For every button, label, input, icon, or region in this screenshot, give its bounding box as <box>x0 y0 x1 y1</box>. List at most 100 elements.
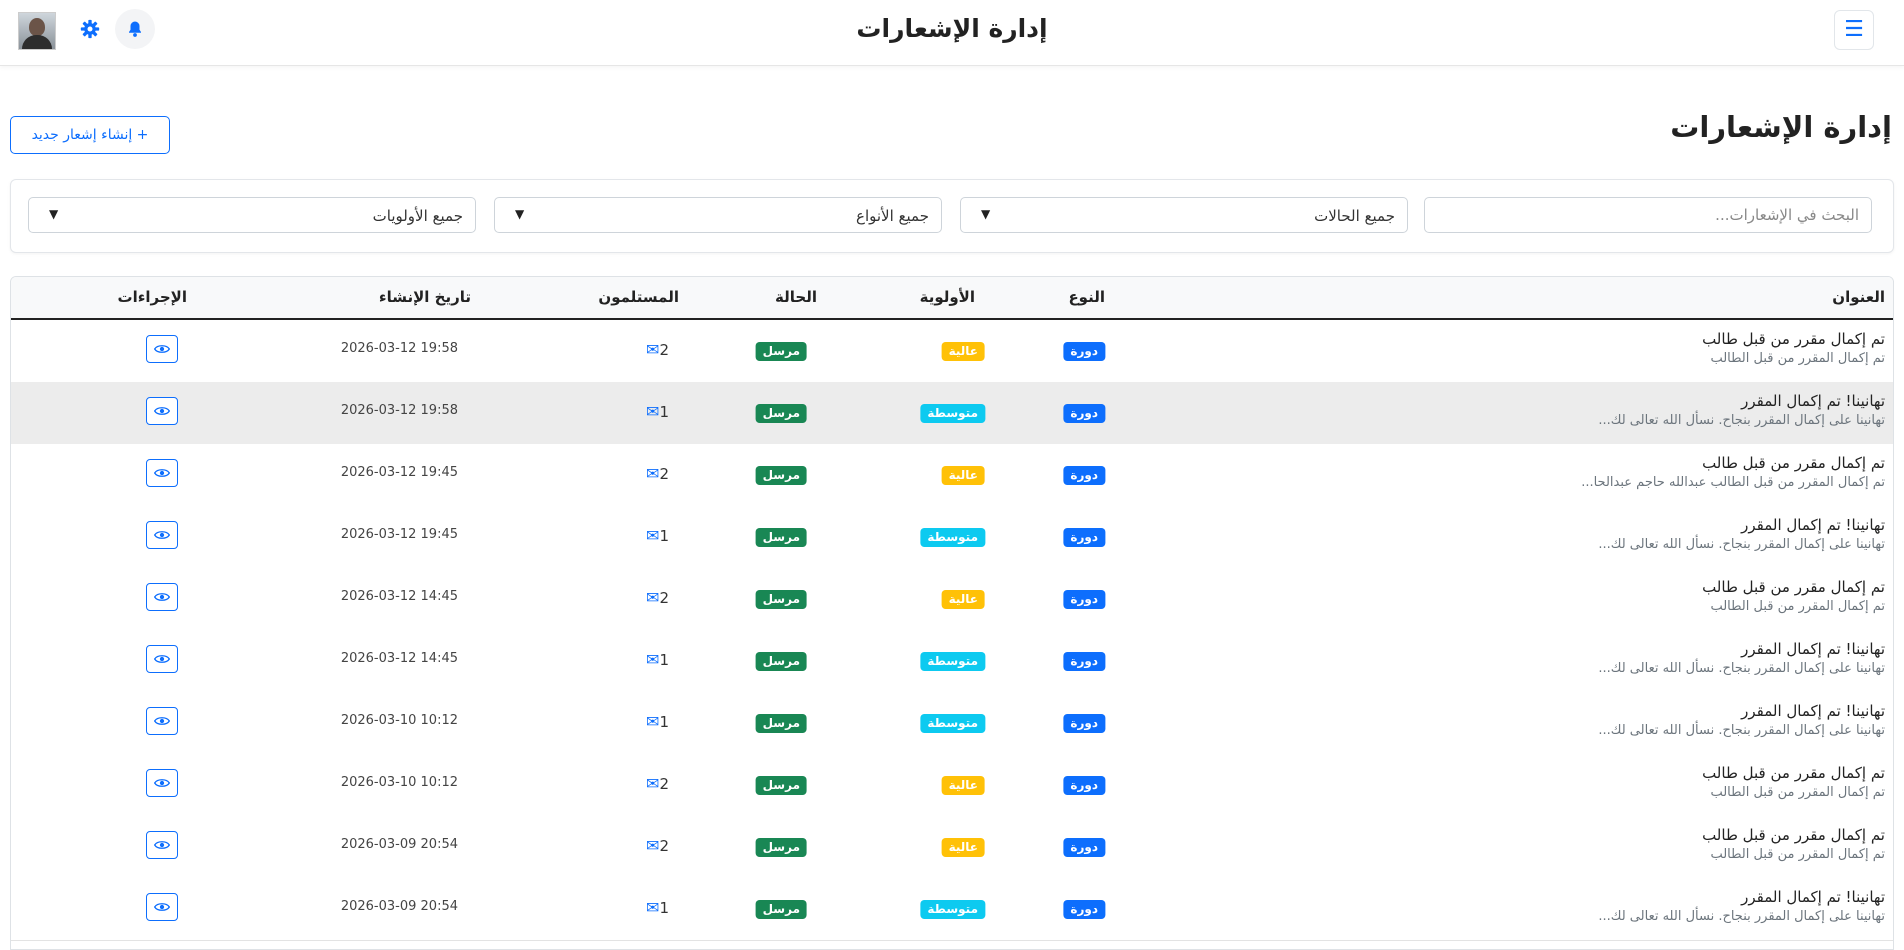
notification-title-cell: تم إكمال مقرر من قبل طالب تم إكمال المقرر… <box>1581 454 1885 490</box>
table-row[interactable]: تم إكمال مقرر من قبل طالب تم إكمال المقرر… <box>11 568 1893 631</box>
view-button[interactable] <box>146 459 178 487</box>
header-actions: الإجراءات <box>117 288 187 306</box>
created-date: 2026-03-09 20:54 <box>340 837 458 852</box>
envelope-icon: ✉ <box>646 774 660 793</box>
priority-badge: عالية <box>941 466 985 485</box>
priority-badge: متوسطة <box>920 652 985 671</box>
type-badge: دورة <box>1063 404 1105 423</box>
status-badge: مرسل <box>755 714 807 733</box>
navbar-title: إدارة الإشعارات <box>856 14 1048 43</box>
notification-title: تم إكمال مقرر من قبل طالب <box>1702 826 1885 844</box>
type-select[interactable]: جميع الأنواع ▼ <box>494 197 942 233</box>
recipients-count: 1 <box>659 527 669 545</box>
table-row[interactable]: تهانينا! تم إكمال المقرر تهانينا على إكما… <box>11 878 1893 941</box>
type-badge: دورة <box>1063 900 1105 919</box>
created-date: 2026-03-12 14:45 <box>340 589 458 604</box>
created-date: 2026-03-12 19:58 <box>340 403 458 418</box>
settings-button[interactable] <box>70 9 110 49</box>
envelope-icon: ✉ <box>646 898 660 917</box>
priority-badge: متوسطة <box>920 404 985 423</box>
notification-title-cell: تهانينا! تم إكمال المقرر تهانينا على إكما… <box>1598 888 1885 924</box>
view-button[interactable] <box>146 583 178 611</box>
view-button[interactable] <box>146 397 178 425</box>
notification-title-cell: تهانينا! تم إكمال المقرر تهانينا على إكما… <box>1598 702 1885 738</box>
status-badge: مرسل <box>755 466 807 485</box>
eye-icon <box>154 841 170 849</box>
status-badge: مرسل <box>755 342 807 361</box>
notification-title-cell: تهانينا! تم إكمال المقرر تهانينا على إكما… <box>1598 516 1885 552</box>
header-title: العنوان <box>1832 288 1885 306</box>
type-badge: دورة <box>1063 528 1105 547</box>
eye-icon <box>154 779 170 787</box>
table-row[interactable]: تم إكمال مقرر من قبل طالب تم إكمال المقرر… <box>11 754 1893 817</box>
eye-icon <box>154 469 170 477</box>
priority-select[interactable]: جميع الأولويات ▼ <box>28 197 476 233</box>
caret-down-icon: ▼ <box>981 207 991 221</box>
table-row[interactable]: تهانينا! تم إكمال المقرر تهانينا على إكما… <box>11 506 1893 569</box>
notification-title-cell: تم إكمال مقرر من قبل طالب تم إكمال المقرر… <box>1702 578 1885 614</box>
status-badge: مرسل <box>755 900 807 919</box>
status-badge: مرسل <box>755 652 807 671</box>
recipients-cell: ✉1 <box>645 650 669 669</box>
eye-icon <box>154 655 170 663</box>
notification-description: تم إكمال المقرر من قبل الطالب <box>1710 847 1885 862</box>
create-notification-button[interactable]: + إنشاء إشعار جديد <box>10 116 170 154</box>
table-row[interactable]: تم إكمال مقرر من قبل طالب تم إكمال المقرر… <box>11 444 1893 507</box>
notification-title-cell: تم إكمال مقرر من قبل طالب تم إكمال المقرر… <box>1702 330 1885 366</box>
envelope-icon: ✉ <box>646 402 660 421</box>
user-avatar[interactable] <box>18 12 56 50</box>
eye-icon <box>154 717 170 725</box>
priority-badge: عالية <box>941 838 985 857</box>
recipients-count: 1 <box>659 713 669 731</box>
notification-title: تهانينا! تم إكمال المقرر <box>1741 516 1885 534</box>
type-badge: دورة <box>1063 590 1105 609</box>
type-badge: دورة <box>1063 776 1105 795</box>
view-button[interactable] <box>146 707 178 735</box>
view-button[interactable] <box>146 893 178 921</box>
envelope-icon: ✉ <box>646 340 660 359</box>
bell-icon <box>129 21 141 37</box>
recipients-count: 2 <box>659 775 669 793</box>
type-select-value: جميع الأنواع <box>856 207 929 225</box>
type-badge: دورة <box>1063 652 1105 671</box>
status-select[interactable]: جميع الحالات ▼ <box>960 197 1408 233</box>
created-date: 2026-03-12 19:45 <box>340 465 458 480</box>
view-button[interactable] <box>146 335 178 363</box>
search-input[interactable] <box>1424 197 1872 233</box>
view-button[interactable] <box>146 645 178 673</box>
notification-description: تم إكمال المقرر من قبل الطالب <box>1710 351 1885 366</box>
notification-title: تهانينا! تم إكمال المقرر <box>1741 888 1885 906</box>
notification-title-cell: تم إكمال مقرر من قبل طالب تم إكمال المقرر… <box>1702 826 1885 862</box>
table-header: العنوان النوع الأولوية الحالة المستلمون … <box>11 277 1893 320</box>
top-navbar: ☰ إدارة الإشعارات <box>0 0 1904 66</box>
table-row[interactable]: تهانينا! تم إكمال المقرر تهانينا على إكما… <box>11 630 1893 693</box>
notification-description: تم إكمال المقرر من قبل الطالب عبدالله حا… <box>1581 475 1885 490</box>
recipients-cell: ✉2 <box>645 836 669 855</box>
recipients-count: 2 <box>659 465 669 483</box>
created-date: 2026-03-12 19:58 <box>340 341 458 356</box>
notification-description: تهانينا على إكمال المقرر بنجاح. نسأل الل… <box>1598 723 1885 738</box>
envelope-icon: ✉ <box>646 712 660 731</box>
created-date: 2026-03-10 10:12 <box>340 713 458 728</box>
priority-badge: متوسطة <box>920 714 985 733</box>
notifications-button[interactable] <box>115 9 155 49</box>
table-row[interactable]: تم إكمال مقرر من قبل طالب تم إكمال المقرر… <box>11 816 1893 879</box>
view-button[interactable] <box>146 769 178 797</box>
table-row[interactable]: تهانينا! تم إكمال المقرر تهانينا على إكما… <box>11 382 1893 445</box>
view-button[interactable] <box>146 831 178 859</box>
view-button[interactable] <box>146 521 178 549</box>
envelope-icon: ✉ <box>646 836 660 855</box>
notification-description: تهانينا على إكمال المقرر بنجاح. نسأل الل… <box>1598 909 1885 924</box>
created-date: 2026-03-12 14:45 <box>340 651 458 666</box>
table-row[interactable]: تهانينا! تم إكمال المقرر تهانينا على إكما… <box>11 692 1893 755</box>
notification-description: تم إكمال المقرر من قبل الطالب <box>1710 599 1885 614</box>
eye-icon <box>154 593 170 601</box>
recipients-cell: ✉2 <box>645 774 669 793</box>
header-status: الحالة <box>775 288 817 306</box>
recipients-count: 1 <box>659 651 669 669</box>
eye-icon <box>154 531 170 539</box>
caret-down-icon: ▼ <box>515 207 525 221</box>
status-badge: مرسل <box>755 528 807 547</box>
table-row[interactable]: تم إكمال مقرر من قبل طالب تم إكمال المقرر… <box>11 320 1893 383</box>
type-badge: دورة <box>1063 838 1105 857</box>
